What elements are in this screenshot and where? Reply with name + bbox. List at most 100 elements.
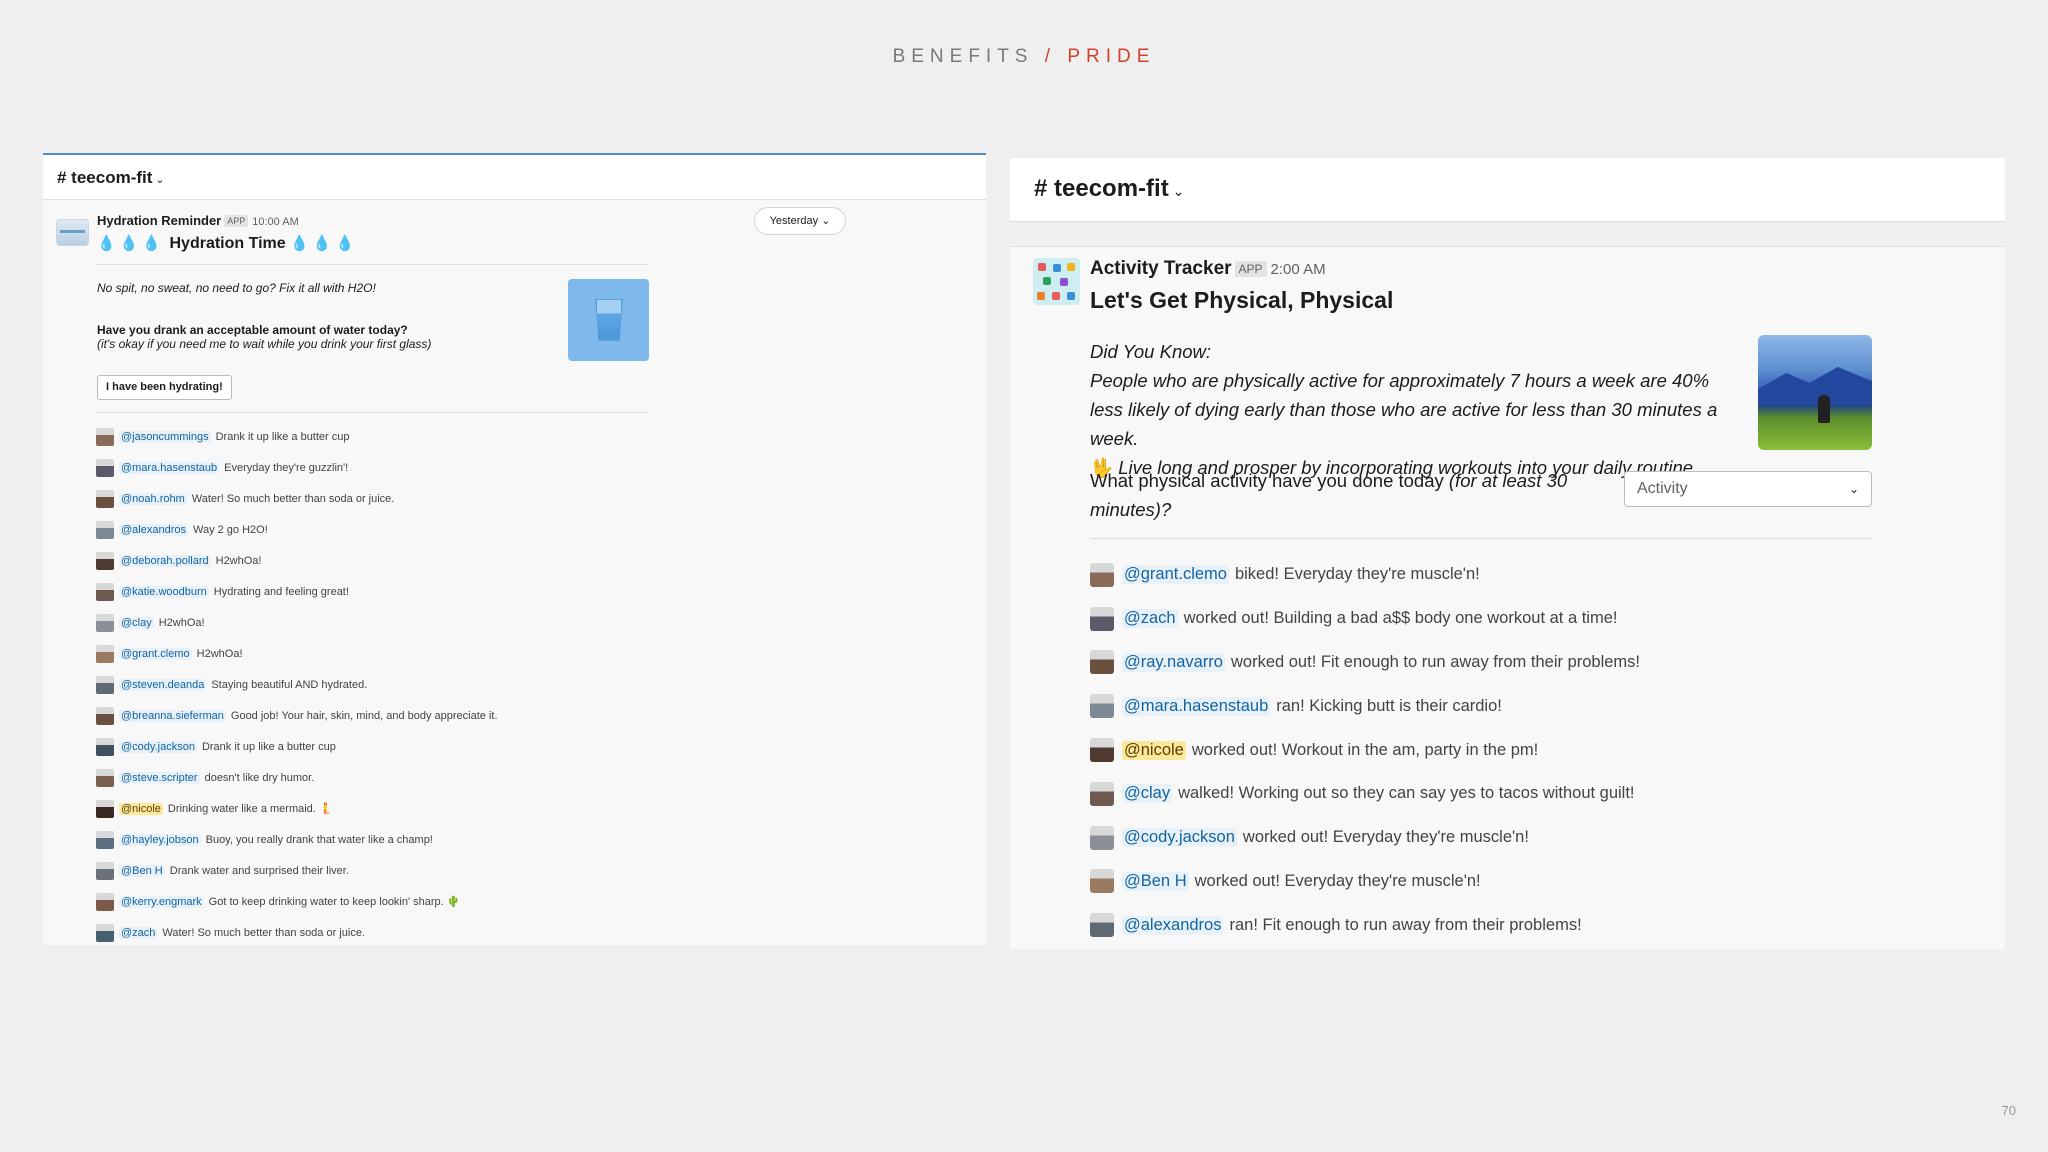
user-mention[interactable]: @ray.navarro bbox=[1122, 652, 1225, 672]
user-avatar[interactable] bbox=[96, 489, 114, 508]
user-avatar[interactable] bbox=[1090, 606, 1114, 631]
user-mention[interactable]: @clay bbox=[1122, 784, 1173, 804]
reply-text: Everyday they're guzzlin'! bbox=[224, 461, 349, 474]
user-mention[interactable]: @alexandros bbox=[1122, 915, 1224, 935]
right-slack-panel: # teecom-fit ⌄ Activity Tracker APP 2:00 AM… bbox=[1010, 158, 2005, 949]
chevron-down-icon: ⌄ bbox=[1848, 482, 1859, 496]
user-avatar[interactable] bbox=[96, 458, 114, 477]
user-avatar[interactable] bbox=[96, 582, 114, 601]
user-mention[interactable]: @Ben H bbox=[119, 864, 165, 877]
user-mention[interactable]: @zach bbox=[1122, 609, 1178, 629]
user-mention[interactable]: @steve.scripter bbox=[119, 771, 200, 784]
user-avatar[interactable] bbox=[96, 551, 114, 570]
user-mention[interactable]: @steven.deanda bbox=[119, 678, 207, 691]
user-avatar[interactable] bbox=[96, 861, 114, 880]
chevron-down-icon[interactable]: ⌄ bbox=[155, 174, 164, 186]
reply-text: Way 2 go H2O! bbox=[192, 523, 268, 536]
user-mention[interactable]: @mara.hasenstaub bbox=[1122, 696, 1271, 716]
user-avatar[interactable] bbox=[1090, 869, 1114, 894]
user-avatar[interactable] bbox=[1090, 650, 1114, 675]
user-avatar[interactable] bbox=[96, 644, 114, 663]
user-mention[interactable]: @cody.jackson bbox=[1122, 828, 1237, 848]
user-avatar[interactable] bbox=[96, 768, 114, 787]
user-mention[interactable]: @Ben H bbox=[1122, 871, 1189, 891]
user-avatar[interactable] bbox=[96, 737, 114, 756]
channel-header[interactable]: # teecom-fit ⌄ bbox=[1010, 158, 2005, 222]
reply-row: @Ben H worked out! Everyday they're muscl… bbox=[1090, 860, 1640, 904]
message-sender[interactable]: Activity Tracker APP 2:00 AM bbox=[1090, 258, 1393, 280]
date-jump-button[interactable]: Yesterday ⌄ bbox=[754, 207, 846, 235]
user-mention[interactable]: @alexandros bbox=[119, 523, 188, 536]
divider bbox=[1090, 538, 1872, 539]
header-strip bbox=[1010, 222, 2005, 247]
hydration-message: Hydration Reminder APP 10:00 AM 💧💧💧 Hydrat… bbox=[97, 213, 358, 253]
mountain-shape bbox=[1758, 367, 1872, 405]
message-time[interactable]: 10:00 AM bbox=[252, 216, 298, 228]
user-avatar[interactable] bbox=[1090, 694, 1114, 719]
user-mention[interactable]: @breanna.sieferman bbox=[119, 709, 226, 722]
water-drop-icon: 💧💧💧 bbox=[97, 235, 166, 252]
message-headline: 💧💧💧 Hydration Time 💧💧💧 bbox=[97, 234, 358, 253]
reply-row: @steven.deanda Staying beautiful AND hydr… bbox=[96, 669, 498, 700]
glass-icon bbox=[595, 299, 623, 341]
activity-bot-avatar[interactable] bbox=[1033, 258, 1080, 305]
channel-header[interactable]: # teecom-fit ⌄ bbox=[43, 155, 986, 200]
channel-name[interactable]: # teecom-fit bbox=[57, 168, 152, 187]
user-mention[interactable]: @clay bbox=[119, 616, 154, 629]
reply-text: Got to keep drinking water to keep looki… bbox=[208, 896, 461, 908]
user-mention[interactable]: @cody.jackson bbox=[119, 740, 197, 753]
user-avatar[interactable] bbox=[96, 830, 114, 849]
user-mention[interactable]: @mara.hasenstaub bbox=[119, 461, 220, 474]
message-time[interactable]: 2:00 AM bbox=[1271, 261, 1326, 278]
user-avatar[interactable] bbox=[96, 427, 114, 446]
reply-text: Water! So much better than soda or juice… bbox=[162, 926, 365, 939]
user-avatar[interactable] bbox=[1090, 781, 1114, 806]
reply-row: @clay H2whOa! bbox=[96, 607, 498, 638]
user-avatar[interactable] bbox=[96, 613, 114, 632]
user-mention[interactable]: @noah.rohm bbox=[119, 492, 187, 505]
activity-select[interactable]: Activity ⌄ bbox=[1624, 471, 1872, 507]
user-mention[interactable]: @nicole bbox=[1122, 740, 1186, 760]
user-mention[interactable]: @katie.woodburn bbox=[119, 585, 209, 598]
user-avatar[interactable] bbox=[96, 520, 114, 539]
user-mention[interactable]: @hayley.jobson bbox=[119, 833, 201, 846]
user-avatar[interactable] bbox=[1090, 738, 1114, 763]
reply-text: doesn't like dry humor. bbox=[204, 771, 315, 784]
reply-row: @alexandros Way 2 go H2O! bbox=[96, 514, 498, 545]
hydrating-button[interactable]: I have been hydrating! bbox=[97, 375, 232, 400]
reply-row: @ray.navarro worked out! Fit enough to ru… bbox=[1090, 641, 1640, 685]
hydration-bot-avatar[interactable] bbox=[56, 219, 89, 246]
user-mention[interactable]: @nicole bbox=[119, 802, 163, 815]
reply-row: @deborah.pollard H2whOa! bbox=[96, 545, 498, 576]
reply-row: @breanna.sieferman Good job! Your hair, s… bbox=[96, 700, 498, 731]
message-sender[interactable]: Hydration Reminder APP 10:00 AM bbox=[97, 213, 358, 228]
user-mention[interactable]: @deborah.pollard bbox=[119, 554, 211, 567]
user-mention[interactable]: @zach bbox=[119, 926, 158, 939]
body-question: Have you drank an acceptable amount of w… bbox=[97, 323, 408, 337]
app-badge: APP bbox=[1234, 261, 1267, 277]
user-avatar[interactable] bbox=[1090, 825, 1114, 850]
user-avatar[interactable] bbox=[1090, 562, 1114, 587]
sender-name[interactable]: Activity Tracker bbox=[1090, 258, 1232, 279]
channel-name[interactable]: # teecom-fit bbox=[1034, 175, 1169, 202]
activity-message: Activity Tracker APP 2:00 AM Let's Get Phy… bbox=[1090, 258, 1393, 314]
user-mention[interactable]: @grant.clemo bbox=[119, 647, 192, 660]
water-drop-icon: 💧💧💧 bbox=[290, 235, 359, 252]
reply-text: ran! Fit enough to run away from their p… bbox=[1229, 915, 1582, 934]
reply-text: worked out! Building a bad a$$ body one … bbox=[1183, 609, 1618, 628]
slide-title-accent: PRIDE bbox=[1067, 46, 1156, 67]
user-avatar[interactable] bbox=[1090, 913, 1114, 938]
user-mention[interactable]: @jasoncummings bbox=[119, 430, 211, 443]
sender-name[interactable]: Hydration Reminder bbox=[97, 213, 221, 228]
user-avatar[interactable] bbox=[96, 892, 114, 911]
user-mention[interactable]: @grant.clemo bbox=[1122, 565, 1229, 585]
user-avatar[interactable] bbox=[96, 799, 114, 818]
chevron-down-icon[interactable]: ⌄ bbox=[1173, 183, 1185, 199]
user-avatar[interactable] bbox=[96, 675, 114, 694]
reply-text: Drank it up like a butter cup bbox=[201, 740, 336, 753]
user-mention[interactable]: @kerry.engmark bbox=[119, 895, 204, 908]
user-avatar[interactable] bbox=[96, 923, 114, 942]
body-line: No spit, no sweat, no need to go? Fix it… bbox=[97, 281, 376, 295]
reply-row: @hayley.jobson Buoy, you really drank tha… bbox=[96, 824, 498, 855]
user-avatar[interactable] bbox=[96, 706, 114, 725]
